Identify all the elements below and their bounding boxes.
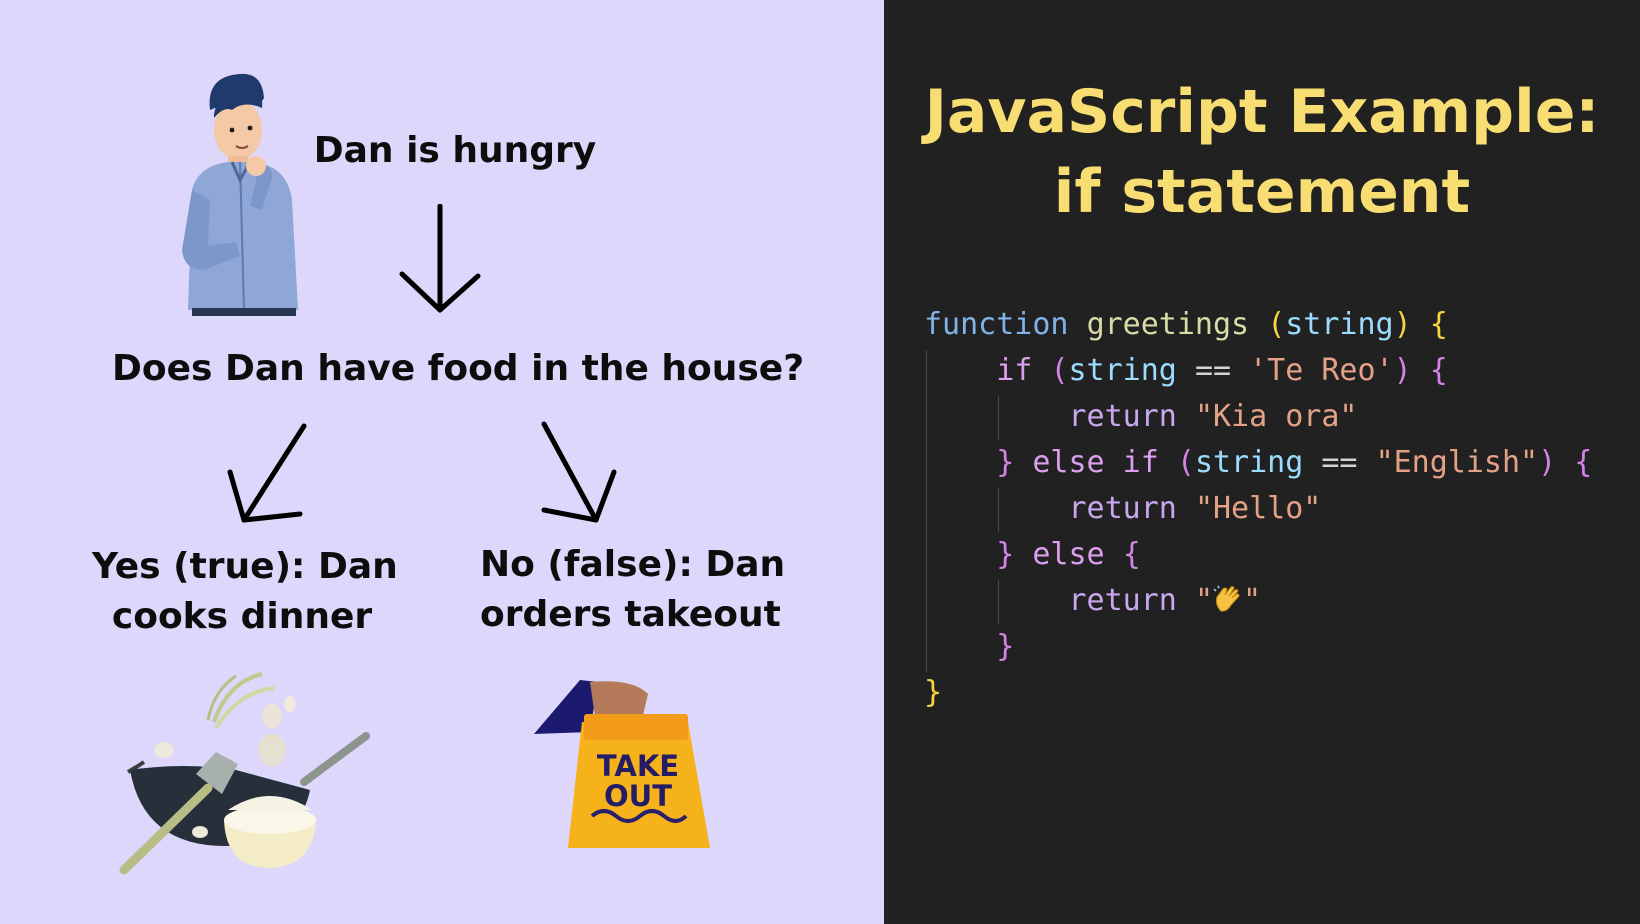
code-token: { (1429, 353, 1448, 388)
node-question: Does Dan have food in the house? (112, 348, 805, 389)
arrow-down-left-icon (227, 423, 307, 523)
code-token: "Hello" (1194, 491, 1322, 526)
code-token: } (996, 537, 1015, 572)
code-token: return (1068, 583, 1177, 618)
takeout-label-line1: TAKE (597, 749, 679, 783)
title-line2: if statement (1053, 157, 1471, 227)
node-no-line2: orders takeout (480, 594, 781, 635)
code-token: ) (1538, 445, 1557, 480)
arrow-down-right-icon (541, 421, 617, 523)
code-token: ( (1050, 353, 1069, 388)
code-line-8: } (924, 624, 1592, 670)
node-yes-line2: cooks dinner (111, 596, 373, 637)
node-no-line1: No (false): Dan (480, 544, 786, 585)
cooking-illustration (119, 672, 370, 875)
code-token: } (996, 629, 1015, 664)
code-line-9: } (924, 670, 1592, 716)
code-line-7: return " " (924, 578, 1592, 624)
takeout-bag-illustration: TAKE OUT (534, 680, 710, 848)
code-line-6: } else { (924, 532, 1592, 578)
code-line-2: if (string == 'Te Reo') { (924, 348, 1592, 394)
thinking-man-illustration (182, 73, 298, 316)
code-token: function (924, 307, 1069, 342)
code-token: else (1032, 537, 1105, 572)
arrow-down-icon (399, 204, 481, 313)
flowchart-panel: Dan is hungry Does Dan have food in the … (0, 0, 884, 924)
code-line-3: return "Kia ora" (924, 394, 1592, 440)
code-token: { (1574, 445, 1593, 480)
code-token: { (1429, 307, 1448, 342)
code-token: string (1194, 445, 1304, 480)
code-token: ) (1393, 353, 1412, 388)
code-token: return (1068, 399, 1177, 434)
title-line1: JavaScript Example: (924, 77, 1600, 147)
code-token: else if (1032, 445, 1159, 480)
code-panel-title: JavaScript Example: if statement (884, 72, 1640, 232)
node-no: No (false): Dan orders takeout (480, 540, 786, 640)
code-token: } (924, 675, 943, 710)
code-token: 'Te Reo' (1249, 353, 1394, 388)
code-token: "English" (1375, 445, 1539, 480)
code-token: { (1122, 537, 1141, 572)
code-block: function greetings (string) { if (string… (924, 302, 1592, 716)
code-token: if (996, 353, 1033, 388)
node-yes: Yes (true): Dan cooks dinner (92, 542, 398, 642)
slide: Dan is hungry Does Dan have food in the … (0, 0, 1640, 924)
code-token: " (1243, 583, 1262, 618)
code-token: return (1068, 491, 1177, 526)
code-line-4: } else if (string == "English") { (924, 440, 1592, 486)
code-token: string (1068, 353, 1177, 388)
node-yes-line1: Yes (true): Dan (92, 546, 398, 587)
code-token: greetings (1086, 307, 1250, 342)
code-line-5: return "Hello" (924, 486, 1592, 532)
code-token: ( (1267, 307, 1286, 342)
code-panel: JavaScript Example: if statement functio… (884, 0, 1640, 924)
code-token: ) (1393, 307, 1412, 342)
code-token: == (1194, 353, 1232, 388)
code-token: } (996, 445, 1015, 480)
waving-hand-icon (1213, 585, 1240, 612)
code-token: string (1285, 307, 1394, 342)
takeout-label-line2: OUT (604, 779, 672, 813)
node-start: Dan is hungry (313, 130, 597, 171)
code-line-1: function greetings (string) { (924, 302, 1592, 348)
code-token: " (1194, 583, 1213, 618)
code-token: == (1321, 445, 1358, 480)
code-token: ( (1176, 445, 1195, 480)
code-token: "Kia ora" (1194, 399, 1358, 434)
